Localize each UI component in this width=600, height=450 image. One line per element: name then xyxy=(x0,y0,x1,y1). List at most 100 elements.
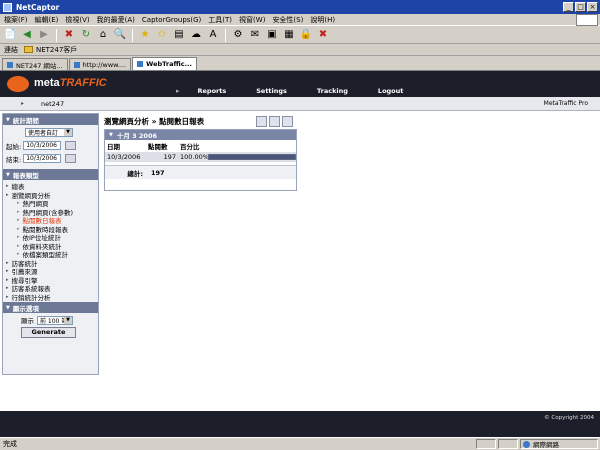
row-date: 10/3/2006 xyxy=(107,153,141,161)
bullet-icon: ▸ xyxy=(17,200,20,207)
tab-strip: NET247 網站... http://www.... WebTraffic..… xyxy=(0,57,600,71)
page-viewport: metaTRAFFIC ▸ Reports Settings Tracking … xyxy=(0,71,600,437)
lock-icon[interactable]: 🔒 xyxy=(299,28,313,42)
total-label: 總計: xyxy=(127,169,143,178)
media-icon[interactable]: ☁ xyxy=(189,28,203,42)
page-icon xyxy=(73,61,80,68)
bullet-icon: ▸ xyxy=(17,225,20,232)
tile-icon[interactable]: ▦ xyxy=(282,28,296,42)
logo: metaTRAFFIC xyxy=(34,77,107,89)
app-icon xyxy=(3,2,12,12)
stats-period-header: ▼ 統計期間 xyxy=(3,114,98,125)
close-tab-icon[interactable]: ✖ xyxy=(316,28,330,42)
close-button[interactable]: × xyxy=(587,2,598,12)
period-select[interactable]: 使用者自訂 ▼ xyxy=(25,127,73,137)
nav-arrow-icon: ▸ xyxy=(176,86,180,95)
report-type-item[interactable]: ▸ 瀏覽網頁分析 xyxy=(3,191,98,200)
folder-icon xyxy=(24,46,33,53)
add-favorite-icon[interactable]: ✩ xyxy=(155,28,169,42)
export-icon[interactable] xyxy=(269,116,280,127)
expand-icon: ▸ xyxy=(6,293,9,300)
tools-icon[interactable]: ⚙ xyxy=(231,28,245,42)
menu-favorites[interactable]: 我的最愛(A) xyxy=(97,15,135,25)
minimize-button[interactable]: _ xyxy=(563,2,574,12)
nav-reports[interactable]: Reports xyxy=(198,87,227,95)
copyright: © Copyright 2004 xyxy=(544,415,594,421)
maximize-button[interactable]: □ xyxy=(575,2,586,12)
mail-icon[interactable]: ✉ xyxy=(248,28,262,42)
home-icon[interactable]: ⌂ xyxy=(96,28,110,42)
report-types-header: ▼ 報表類型 xyxy=(3,169,98,180)
bullet-icon: ▸ xyxy=(17,234,20,241)
title-bar: NetCaptor _ □ × xyxy=(0,0,600,14)
calendar-icon[interactable] xyxy=(65,141,77,150)
forward-icon[interactable]: ▶ xyxy=(37,28,51,42)
links-label: 連結 xyxy=(4,45,18,54)
bullet-icon: ▸ xyxy=(17,251,20,258)
start-date-input[interactable]: 10/3/2006 xyxy=(23,141,62,150)
menu-captorgroups[interactable]: CaptorGroups(G) xyxy=(142,16,201,24)
font-icon[interactable]: A xyxy=(206,28,220,42)
page-icon xyxy=(7,61,13,68)
menu-help[interactable]: 說明(H) xyxy=(310,15,335,25)
menu-window[interactable]: 視窗(W) xyxy=(239,15,265,25)
percent-bar xyxy=(208,154,296,160)
refresh-icon[interactable]: ↻ xyxy=(79,28,93,42)
expand-icon: ▸ xyxy=(6,191,9,198)
nav-settings[interactable]: Settings xyxy=(256,87,287,95)
menu-edit[interactable]: 編輯(E) xyxy=(35,15,59,25)
sidebar: ▼ 統計期間 使用者自訂 ▼ 起始: 10/3/2006 結束: 10/3/2006… xyxy=(2,113,99,375)
end-date-input[interactable]: 10/3/2006 xyxy=(23,154,62,163)
nav-logout[interactable]: Logout xyxy=(378,87,403,95)
window-icon[interactable]: ▣ xyxy=(265,28,279,42)
show-count-select[interactable]: 前 100 筆 ▼ xyxy=(37,315,73,325)
bullet-icon: ▸ xyxy=(17,208,20,215)
row-percent: 100.00% xyxy=(180,153,209,161)
display-options-header: ▼ 顯示選項 xyxy=(3,302,98,313)
report-header-row: 日期 點閱數 百分比 xyxy=(105,140,296,152)
browser-window: NetCaptor _ □ × 檔案(F) 編輯(E) 檢視(V) 我的最愛(A… xyxy=(0,0,600,450)
expand-icon: ▸ xyxy=(6,276,9,283)
menu-security[interactable]: 安全性(S) xyxy=(272,15,303,25)
menu-tools[interactable]: 工具(T) xyxy=(208,15,232,25)
report-panel: ▼ 十月 3 2006 日期 點閱數 百分比 10/3/2006 197 100.… xyxy=(104,129,297,191)
logo-icon xyxy=(7,76,29,92)
report-type-item[interactable]: ▸ 行銷統計分析 xyxy=(3,293,98,302)
tab-net247[interactable]: NET247 網站... xyxy=(2,58,68,70)
report-type-list: ▸ 總表 ▸ 瀏覽網頁分析 ▸ 熱門網頁 ▸ 熱門網頁(含參數) ▸ 點閱數日報表 ▸ 點閱數時段報表… xyxy=(3,180,98,302)
search-icon[interactable]: 🔍 xyxy=(113,28,127,42)
total-value: 197 xyxy=(151,168,165,177)
generate-button[interactable]: Generate xyxy=(21,327,76,338)
report-title: 瀏覽網頁分析 » 點閱數日報表 xyxy=(104,117,205,126)
calendar-icon[interactable] xyxy=(65,154,77,163)
favorites-icon[interactable]: ★ xyxy=(138,28,152,42)
expand-icon: ▸ xyxy=(6,285,9,292)
collapse-icon: ▼ xyxy=(6,116,10,123)
stop-icon[interactable]: ✖ xyxy=(62,28,76,42)
toolbar: 📄 ◀ ▶ ✖ ↻ ⌂ 🔍 ★ ✩ ▤ ☁ A ⚙ ✉ ▣ ▦ 🔒 ✖ xyxy=(0,27,600,44)
globe-icon xyxy=(523,440,530,448)
history-icon[interactable]: ▤ xyxy=(172,28,186,42)
menu-file[interactable]: 檔案(F) xyxy=(4,15,28,25)
menu-view[interactable]: 檢視(V) xyxy=(65,15,89,25)
new-page-icon[interactable]: 📄 xyxy=(3,28,17,42)
nav-tracking[interactable]: Tracking xyxy=(317,87,348,95)
end-label: 結束: xyxy=(6,155,22,164)
links-item[interactable]: NET247客戶 xyxy=(36,45,77,55)
status-text: 完成 xyxy=(3,440,17,448)
collapse-icon: ▼ xyxy=(109,132,113,138)
page-icon xyxy=(137,61,144,67)
throbber xyxy=(576,14,598,26)
print-icon[interactable] xyxy=(256,116,267,127)
bullet-icon: ▸ xyxy=(17,242,20,249)
links-bar: 連結 NET247客戶 xyxy=(0,44,600,56)
row-hits: 197 xyxy=(163,153,176,161)
report-total-row: 總計: 197 xyxy=(105,165,296,179)
expand-icon: ▸ xyxy=(6,259,9,266)
tab-http[interactable]: http://www.... xyxy=(68,58,132,70)
save-icon[interactable] xyxy=(282,116,293,127)
app-header: metaTRAFFIC ▸ Reports Settings Tracking … xyxy=(0,71,600,97)
tab-webtraffic[interactable]: WebTraffic... xyxy=(132,57,197,70)
back-icon[interactable]: ◀ xyxy=(20,28,34,42)
report-date-band: ▼ 十月 3 2006 xyxy=(105,130,296,140)
